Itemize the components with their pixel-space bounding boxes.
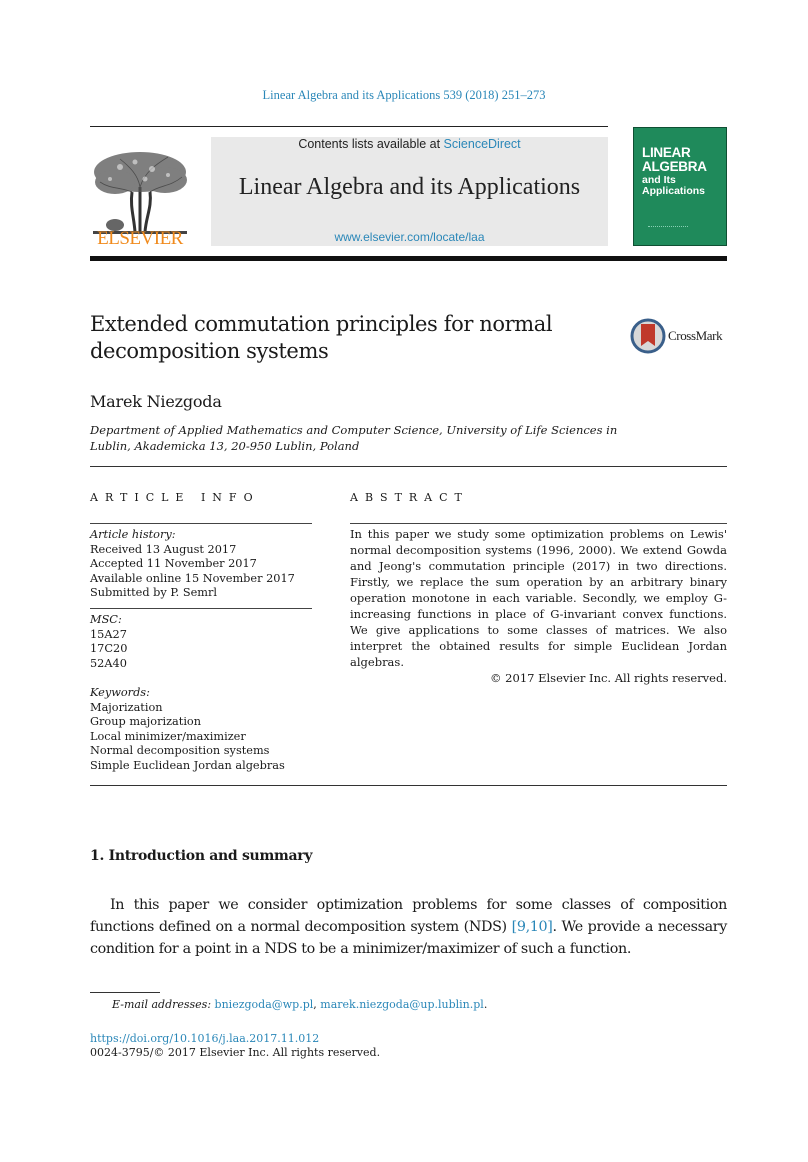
contents-line: Contents lists available at ScienceDirec… <box>211 137 608 151</box>
journal-title: Linear Algebra and its Applications <box>238 174 581 200</box>
keyword: Local minimizer/maximizer <box>90 729 246 743</box>
msc-code: 15A27 <box>90 627 127 641</box>
article-history: Article history: Received 13 August 2017… <box>90 528 320 601</box>
cover-line-2: ALGEBRA <box>642 158 707 174</box>
cover-line-4: Applications <box>642 184 706 197</box>
crossmark-icon <box>630 318 666 354</box>
author-affiliation: Department of Applied Mathematics and Co… <box>90 423 618 453</box>
keyword: Simple Euclidean Jordan algebras <box>90 758 285 772</box>
keywords-label: Keywords: <box>90 686 150 699</box>
intro-paragraph: In this paper we consider optimization p… <box>90 894 727 960</box>
author-name: Marek Niezgoda <box>90 392 222 411</box>
email-link-1[interactable]: bniezgoda@wp.pl <box>215 998 314 1011</box>
email-footnote: E-mail addresses: bniezgoda@wp.pl, marek… <box>112 998 488 1011</box>
journal-cover[interactable]: LINEAR ALGEBRA and Its Applications <box>633 127 727 246</box>
cover-title: LINEAR ALGEBRA and Its Applications <box>642 146 707 196</box>
abstract-text: In this paper we study some optimization… <box>350 527 727 669</box>
email-label: E-mail addresses: <box>112 998 212 1011</box>
history-item: Accepted 11 November 2017 <box>90 557 257 570</box>
keyword: Majorization <box>90 700 163 714</box>
journal-reference-link[interactable]: Linear Algebra and its Applications 539 … <box>0 88 808 103</box>
msc-label: MSC: <box>90 613 122 626</box>
abstract-copyright: © 2017 Elsevier Inc. All rights reserved… <box>490 671 727 685</box>
abstract-bottom-rule <box>90 785 727 786</box>
history-item: Received 13 August 2017 <box>90 542 237 556</box>
history-item: Submitted by P. Semrl <box>90 586 218 599</box>
abstract-body: In this paper we study some optimization… <box>350 526 727 686</box>
cover-footer <box>648 226 688 237</box>
header-rule <box>90 126 608 127</box>
msc-codes: MSC: 15A27 17C20 52A40 <box>90 613 320 671</box>
sciencedirect-link[interactable]: ScienceDirect <box>444 137 521 151</box>
cover-line-3: and Its <box>642 174 676 186</box>
keywords: Keywords: Majorization Group majorizatio… <box>90 686 320 773</box>
crossmark-button[interactable]: CrossMark <box>630 318 730 354</box>
issn-copyright: 0024-3795/© 2017 Elsevier Inc. All right… <box>90 1046 381 1059</box>
email-link-2[interactable]: marek.niezgoda@up.lublin.pl <box>320 998 484 1011</box>
header-thick-rule <box>90 256 727 261</box>
article-info-caption: ARTICLE INFO <box>90 491 260 504</box>
citation-link[interactable]: [9,10] <box>512 919 553 935</box>
abstract-rule <box>350 523 727 524</box>
keyword: Group majorization <box>90 715 202 728</box>
article-info-rule-2 <box>90 608 312 609</box>
article-info-rule <box>90 523 312 524</box>
elsevier-wordmark: ELSEVIER <box>97 228 183 249</box>
section-rule <box>90 466 727 467</box>
article-title: Extended commutation principles for norm… <box>90 312 553 363</box>
history-label: Article history: <box>90 528 176 541</box>
abstract-caption: ABSTRACT <box>350 491 469 504</box>
msc-code: 17C20 <box>90 642 128 655</box>
section-heading: 1. Introduction and summary <box>90 848 313 864</box>
history-item: Available online 15 November 2017 <box>90 571 295 585</box>
journal-url-link[interactable]: www.elsevier.com/locate/laa <box>211 230 608 244</box>
cover-line-1: LINEAR <box>642 145 691 160</box>
msc-code: 52A40 <box>90 656 127 670</box>
footnote-rule <box>90 992 160 993</box>
contents-prefix: Contents lists available at <box>298 137 444 151</box>
crossmark-label: CrossMark <box>668 328 723 343</box>
doi-link[interactable]: https://doi.org/10.1016/j.laa.2017.11.01… <box>90 1032 319 1045</box>
keyword: Normal decomposition systems <box>90 744 270 757</box>
